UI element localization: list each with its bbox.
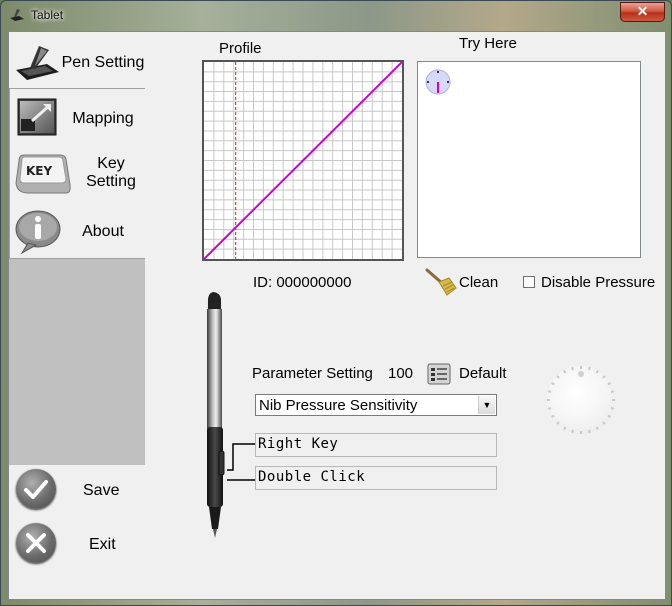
sidebar-nav-group: Mapping KEY Key Setting About — [9, 88, 146, 465]
try-here-heading: Try Here — [459, 35, 517, 52]
knob-tick — [602, 421, 606, 425]
knob-indicator — [578, 371, 584, 377]
knob-tick — [571, 429, 574, 434]
checklist-icon[interactable] — [427, 363, 451, 385]
knob-tick — [563, 370, 567, 374]
chevron-down-icon[interactable]: ▼ — [478, 396, 495, 414]
sidebar-item-label: About — [82, 223, 124, 240]
window-title: Tablet — [31, 8, 64, 22]
key-icon: KEY — [15, 154, 71, 194]
knob-tick — [556, 421, 560, 425]
pen-button-leaders — [227, 443, 255, 481]
upper-pen-button-field[interactable]: Right Key — [255, 433, 497, 457]
knob-tick — [563, 426, 567, 430]
tablet-app-icon — [10, 9, 24, 21]
upper-pen-button-value: Right Key — [258, 436, 339, 452]
lower-pen-button-field[interactable]: Double Click — [255, 466, 497, 490]
knob-tick — [547, 407, 552, 410]
sidebar-item-label: Mapping — [72, 110, 134, 127]
knob-tick — [551, 414, 555, 418]
sidebar: Pen Setting Mapping KEY Key Setting Abou… — [9, 32, 145, 599]
try-here-canvas[interactable] — [417, 61, 641, 258]
sidebar-item-pen-setting[interactable]: Pen Setting — [9, 34, 145, 88]
parameter-select-value: Nib Pressure Sensitivity — [259, 397, 418, 414]
pressure-knob[interactable] — [547, 366, 615, 434]
parameter-select[interactable]: Nib Pressure Sensitivity ▼ — [255, 394, 497, 416]
parameter-setting-label: Parameter Setting — [252, 365, 373, 382]
profile-heading: Profile — [219, 40, 262, 57]
sidebar-item-mapping[interactable]: Mapping — [10, 89, 146, 145]
save-button[interactable]: Save — [83, 482, 119, 500]
sidebar-item-label: Key Setting — [86, 155, 136, 190]
disable-pressure-label: Disable Pressure — [541, 274, 656, 291]
pen-cursor-icon — [425, 69, 451, 95]
profile-plot — [203, 61, 403, 260]
knob-tick — [588, 366, 591, 371]
knob-tick — [588, 429, 591, 434]
knob-tick — [595, 370, 599, 374]
lower-pen-button-value: Double Click — [258, 469, 366, 485]
sidebar-empty-area — [9, 258, 145, 465]
knob-tick — [556, 375, 560, 379]
knob-tick — [551, 382, 555, 386]
mapping-icon — [17, 98, 57, 136]
knob-tick — [602, 375, 606, 379]
knob-tick — [571, 366, 574, 371]
parameter-value: 100 — [388, 365, 414, 382]
device-id-label: ID: 000000000 — [253, 274, 352, 291]
default-button[interactable]: Default — [459, 365, 507, 382]
knob-tick — [610, 407, 615, 410]
pen-tablet-icon — [16, 46, 59, 80]
profile-chart[interactable] — [202, 60, 404, 261]
title-bar: Tablet ✕ — [1, 1, 671, 31]
sidebar-item-key-setting[interactable]: KEY Key Setting — [10, 145, 146, 205]
knob-tick — [607, 414, 611, 418]
info-icon — [15, 210, 61, 255]
knob-tick — [607, 382, 611, 386]
pen-image — [207, 292, 225, 538]
app-window: Tablet ✕ Pen Setting Mapping KEY Key Set… — [0, 0, 672, 606]
sidebar-item-about[interactable]: About — [10, 205, 146, 259]
knob-tick — [595, 426, 599, 430]
client-area: Pen Setting Mapping KEY Key Setting Abou… — [8, 31, 666, 600]
clean-button[interactable]: Clean — [459, 274, 498, 291]
exit-icon[interactable] — [16, 523, 56, 563]
save-icon[interactable] — [16, 469, 56, 509]
sidebar-item-label: Pen Setting — [61, 54, 145, 71]
broom-icon — [425, 268, 457, 296]
close-button[interactable]: ✕ — [620, 2, 665, 22]
knob-tick — [547, 390, 552, 393]
svg-text:KEY: KEY — [26, 164, 52, 178]
exit-button[interactable]: Exit — [89, 536, 116, 554]
knob-tick — [610, 390, 615, 393]
disable-pressure-checkbox[interactable] — [523, 276, 535, 288]
